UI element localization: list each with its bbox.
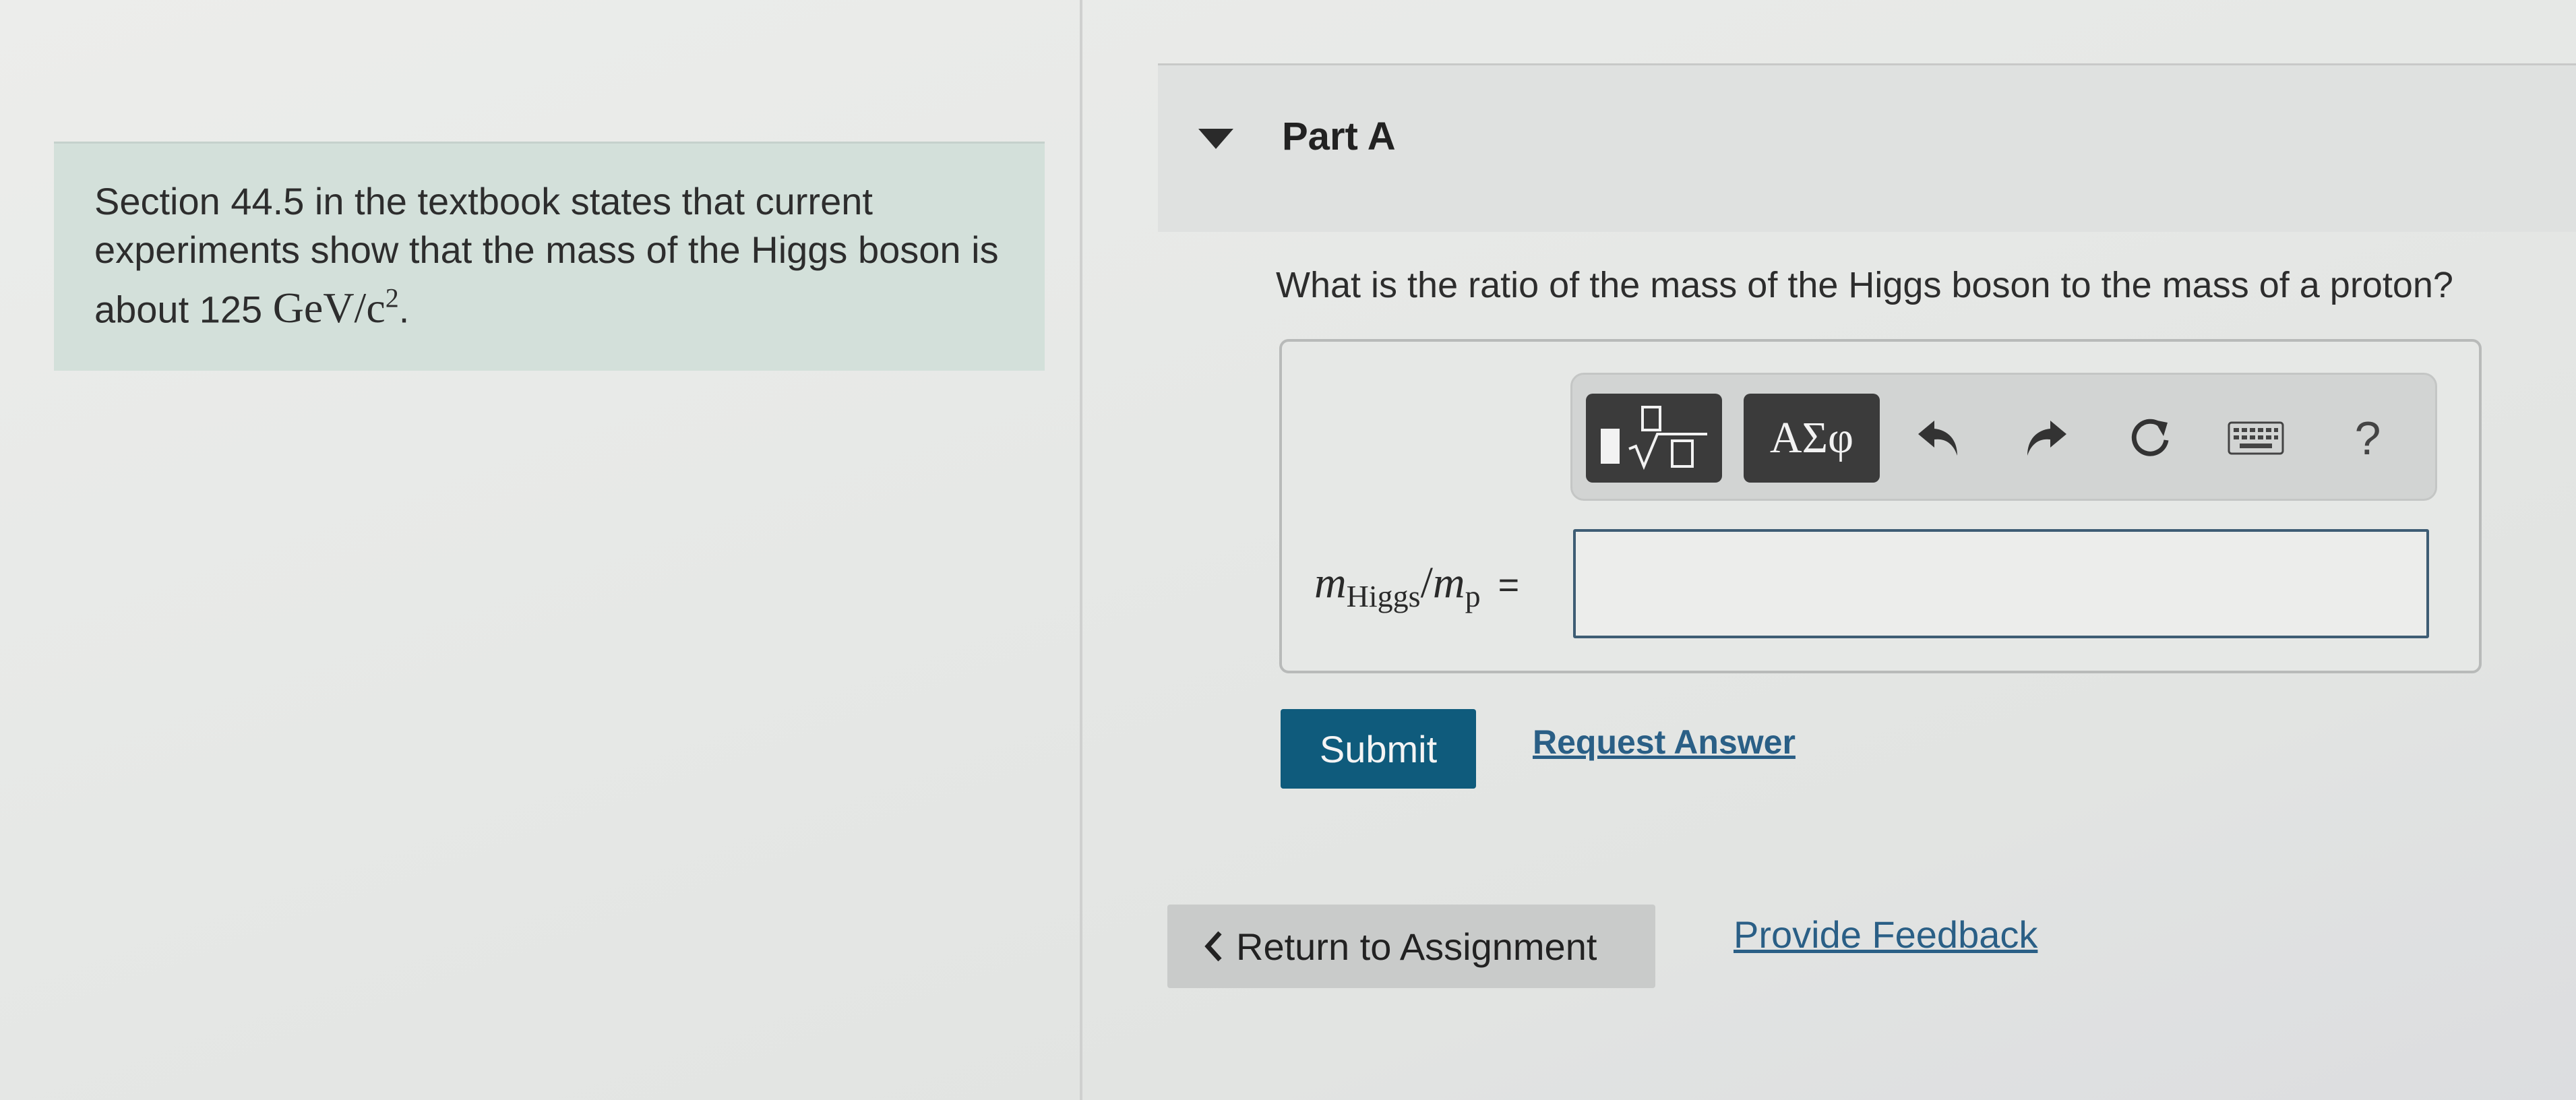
slash: / — [1420, 558, 1433, 607]
mass-unit: GeV/c2 — [272, 283, 399, 332]
keyboard-button[interactable] — [2222, 399, 2290, 477]
undo-button[interactable] — [1905, 399, 1973, 477]
math-toolbar: ΑΣφ ? — [1570, 373, 2437, 501]
answer-input[interactable] — [1573, 529, 2429, 638]
return-label: Return to Assignment — [1236, 925, 1597, 968]
greek-symbols-button[interactable]: ΑΣφ — [1744, 394, 1880, 483]
var-m: m — [1314, 558, 1347, 607]
redo-button[interactable] — [2012, 399, 2079, 477]
subscript-higgs: Higgs — [1346, 579, 1421, 613]
answer-area: ΑΣφ ? mHiggs/mp = — [1279, 339, 2482, 673]
part-title: Part A — [1282, 115, 1396, 158]
undo-icon — [1918, 421, 1957, 456]
subscript-p: p — [1465, 579, 1481, 613]
problem-intro-text: Section 44.5 in the textbook states that… — [94, 180, 999, 331]
return-to-assignment-button[interactable]: Return to Assignment — [1167, 905, 1655, 988]
intro-period: . — [398, 288, 410, 331]
panel-divider — [1080, 0, 1082, 1100]
fraction-sqrt-icon — [1601, 406, 1707, 470]
redo-icon — [2027, 421, 2066, 456]
var-m-2: m — [1432, 558, 1465, 607]
part-a-header[interactable]: Part A — [1158, 63, 2576, 232]
submit-button[interactable]: Submit — [1281, 709, 1476, 789]
chevron-left-icon — [1204, 931, 1222, 962]
equals-sign: = — [1498, 565, 1520, 605]
problem-intro-box: Section 44.5 in the textbook states that… — [54, 142, 1045, 371]
equation-label: mHiggs/mp = — [1314, 557, 1520, 613]
help-icon: ? — [2354, 412, 2381, 464]
reset-icon — [2131, 419, 2169, 456]
provide-feedback-link[interactable]: Provide Feedback — [1734, 913, 2037, 956]
help-button[interactable]: ? — [2334, 399, 2401, 477]
keyboard-icon — [2228, 421, 2284, 455]
request-answer-link[interactable]: Request Answer — [1533, 723, 1796, 762]
reset-button[interactable] — [2117, 399, 2184, 477]
question-text: What is the ratio of the mass of the Hig… — [1276, 265, 2453, 305]
greek-symbols-label: ΑΣφ — [1769, 413, 1854, 462]
templates-button[interactable] — [1586, 394, 1722, 483]
collapse-caret-icon[interactable] — [1198, 129, 1233, 149]
